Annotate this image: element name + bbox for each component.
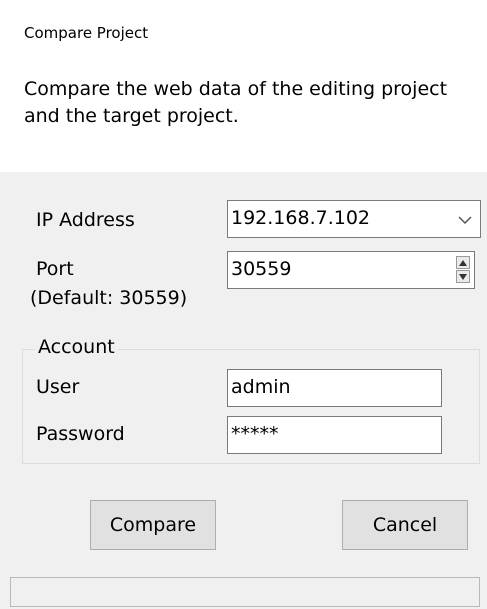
- spin-up-button[interactable]: [456, 256, 470, 269]
- port-value: 30559: [231, 258, 292, 280]
- dialog-description: Compare the web data of the editing proj…: [24, 78, 448, 127]
- port-spinbox[interactable]: 30559: [227, 251, 475, 289]
- compare-button[interactable]: Compare: [90, 500, 216, 550]
- user-value: admin: [231, 376, 291, 398]
- dialog-header: Compare Project Compare the web data of …: [0, 0, 487, 172]
- triangle-down-icon: [459, 274, 467, 280]
- chevron-down-icon[interactable]: [456, 201, 474, 237]
- user-input[interactable]: admin: [227, 369, 442, 407]
- ip-address-combobox[interactable]: 192.168.7.102: [227, 200, 481, 238]
- port-label: Port: [36, 258, 74, 280]
- triangle-up-icon: [459, 260, 467, 266]
- ip-address-label: IP Address: [36, 209, 135, 231]
- password-value: *****: [231, 423, 279, 445]
- password-input[interactable]: *****: [227, 416, 442, 454]
- port-spinner[interactable]: [456, 256, 470, 284]
- spin-down-button[interactable]: [456, 270, 470, 283]
- ip-address-value: 192.168.7.102: [231, 207, 371, 229]
- account-group-label: Account: [35, 336, 118, 358]
- port-default-hint: (Default: 30559): [30, 287, 188, 309]
- password-label: Password: [36, 423, 125, 445]
- user-label: User: [36, 376, 80, 398]
- status-bar: [10, 577, 480, 607]
- dialog-title: Compare Project: [24, 24, 149, 42]
- cancel-button[interactable]: Cancel: [342, 500, 468, 550]
